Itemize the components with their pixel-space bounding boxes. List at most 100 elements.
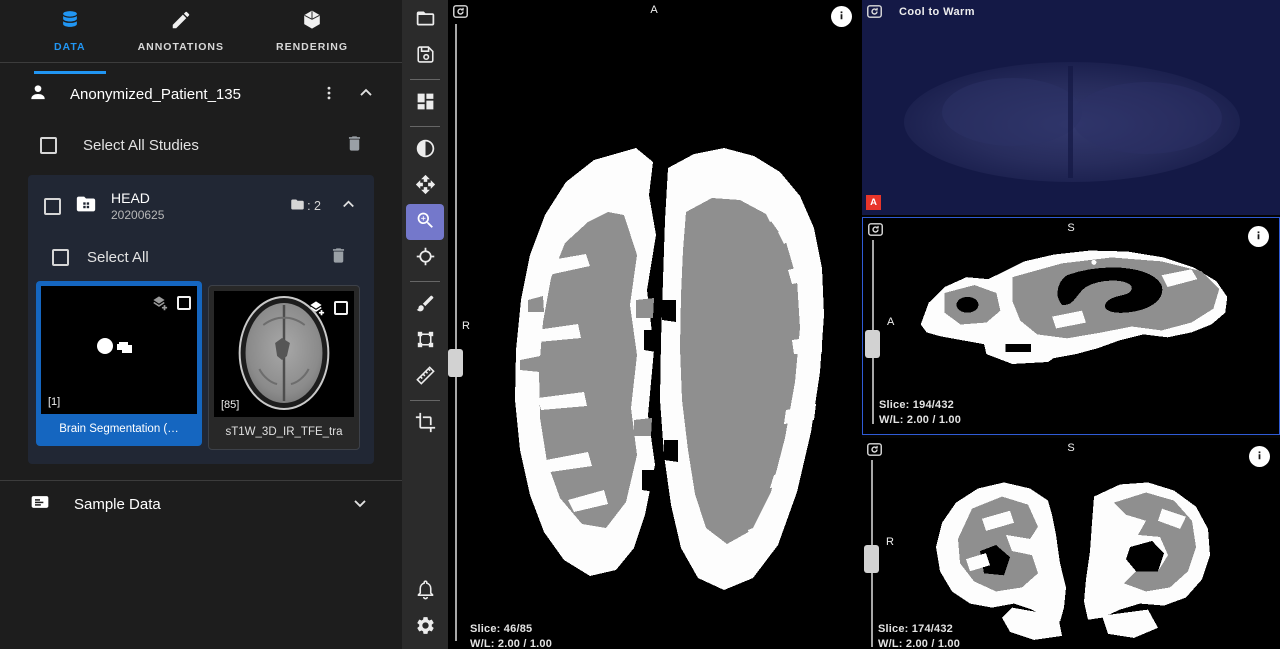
slider-handle[interactable] xyxy=(864,545,879,573)
volume-render xyxy=(862,0,1280,215)
slice-number: Slice: 174/432 xyxy=(878,622,960,637)
thumbnail-checkbox[interactable] xyxy=(177,296,191,310)
save-icon xyxy=(415,44,436,68)
open-files-button[interactable] xyxy=(406,2,444,38)
tab-data[interactable]: DATA xyxy=(40,9,100,62)
select-all-series-checkbox[interactable] xyxy=(52,249,69,266)
window-level: W/L: 2.00 / 1.00 xyxy=(878,637,960,649)
toolbar-divider xyxy=(410,126,440,127)
pencil-icon xyxy=(170,9,192,36)
axial-viewport[interactable]: A R Slice: 46/85 W/L: 2.00 / 1.00 xyxy=(448,0,860,649)
select-all-studies-checkbox[interactable] xyxy=(40,137,57,154)
sagittal-viewport[interactable]: S A Slice: 194/432 W/L: 2.00 / 1.00 xyxy=(862,217,1280,435)
rectangle-tool-button[interactable] xyxy=(406,323,444,359)
layouts-button[interactable] xyxy=(406,85,444,121)
orientation-label-anterior: A xyxy=(448,4,860,16)
crosshairs-icon xyxy=(415,246,436,270)
info-icon xyxy=(1251,228,1266,246)
frame-count-badge: [1] xyxy=(48,396,60,408)
thumbnail-checkbox[interactable] xyxy=(334,301,348,315)
pan-icon xyxy=(415,174,436,198)
study-checkbox[interactable] xyxy=(44,198,61,215)
window-level-button[interactable] xyxy=(406,132,444,168)
slice-slider[interactable] xyxy=(448,24,464,641)
person-icon xyxy=(28,82,48,107)
study-collapse-button[interactable] xyxy=(337,193,360,219)
orientation-cube-marker[interactable]: A xyxy=(866,195,881,210)
series-label: Brain Segmentation (… xyxy=(41,414,197,441)
toolbar-divider xyxy=(410,281,440,282)
coronal-viewport[interactable]: S R Slice: 174/432 W/L: 2.00 / 1.00 xyxy=(862,438,1280,649)
reset-camera-button[interactable] xyxy=(866,3,883,23)
tab-rendering[interactable]: RENDERING xyxy=(262,9,362,62)
slider-track[interactable] xyxy=(455,24,457,641)
slider-handle[interactable] xyxy=(865,330,880,358)
layers-plus-icon xyxy=(307,299,325,317)
colormap-preset-label: Cool to Warm xyxy=(899,6,975,18)
view-info-button[interactable] xyxy=(1249,446,1270,467)
study-header-row[interactable]: HEAD 20200625 : 2 xyxy=(28,175,374,237)
database-icon xyxy=(59,9,81,36)
layers-plus-icon xyxy=(150,294,168,312)
window-level: W/L: 2.00 / 1.00 xyxy=(470,637,552,649)
series-thumbnail-segmentation[interactable]: [1] Brain Segmentation (… xyxy=(36,281,202,446)
paint-button[interactable] xyxy=(406,287,444,323)
slice-number: Slice: 194/432 xyxy=(879,398,961,413)
slice-number: Slice: 46/85 xyxy=(470,622,552,637)
view-info-button[interactable] xyxy=(1248,226,1269,247)
slice-slider[interactable] xyxy=(865,240,881,424)
view-info-button[interactable] xyxy=(831,6,852,27)
frame-count-badge: [85] xyxy=(221,399,239,411)
layout-grid-icon xyxy=(415,91,436,115)
cube-icon xyxy=(301,9,323,36)
kebab-menu-icon xyxy=(320,84,338,105)
sample-data-label: Sample Data xyxy=(74,496,348,513)
patient-collapse-button[interactable] xyxy=(354,81,378,108)
zoom-tool-button[interactable] xyxy=(406,204,444,240)
tab-annotations-label: ANNOTATIONS xyxy=(138,41,224,53)
save-session-button[interactable] xyxy=(406,38,444,74)
pan-button[interactable] xyxy=(406,168,444,204)
secondary-views-column: Cool to Warm A S xyxy=(862,0,1280,649)
coronal-slice-render xyxy=(862,438,1280,649)
sample-data-icon xyxy=(30,492,50,517)
select-all-series-label: Select All xyxy=(87,249,327,266)
study-name: HEAD xyxy=(111,190,290,206)
chevron-up-icon xyxy=(339,195,358,217)
study-date: 20200625 xyxy=(111,208,290,222)
magnify-plus-icon xyxy=(415,210,436,234)
info-icon xyxy=(834,8,849,26)
notifications-button[interactable] xyxy=(406,573,444,609)
settings-button[interactable] xyxy=(406,609,444,645)
toolbar-divider xyxy=(410,400,440,401)
series-thumbnails: [1] Brain Segmentation (… xyxy=(28,275,374,450)
slider-handle[interactable] xyxy=(448,349,463,377)
orientation-label-right: R xyxy=(462,320,470,332)
slice-slider[interactable] xyxy=(864,460,880,647)
slice-info: Slice: 46/85 W/L: 2.00 / 1.00 xyxy=(470,622,552,649)
sample-data-row[interactable]: Sample Data xyxy=(0,481,402,527)
folder-count-icon xyxy=(290,197,305,215)
add-layer-button[interactable] xyxy=(148,292,170,314)
volume-viewport[interactable]: Cool to Warm A xyxy=(862,0,1280,215)
delete-series-button[interactable] xyxy=(327,244,350,270)
patient-row[interactable]: Anonymized_Patient_135 xyxy=(0,71,402,117)
info-icon xyxy=(1252,448,1267,466)
axial-slice-render xyxy=(448,0,860,649)
crop-button[interactable] xyxy=(406,406,444,442)
sample-data-expand-button[interactable] xyxy=(348,491,372,518)
patient-menu-button[interactable] xyxy=(318,82,340,107)
study-folder-icon xyxy=(75,193,97,220)
crosshairs-button[interactable] xyxy=(406,240,444,276)
reset-camera-icon xyxy=(866,8,883,23)
ruler-button[interactable] xyxy=(406,359,444,395)
volume-count: : 2 xyxy=(290,197,321,215)
delete-studies-button[interactable] xyxy=(343,132,366,158)
rectangle-select-icon xyxy=(415,329,436,353)
add-layer-button[interactable] xyxy=(305,297,327,319)
patient-name: Anonymized_Patient_135 xyxy=(70,86,318,103)
volume-count-label: : 2 xyxy=(307,199,321,213)
orientation-label-right: R xyxy=(886,536,894,548)
tab-annotations[interactable]: ANNOTATIONS xyxy=(124,9,238,62)
series-thumbnail-mri[interactable]: [85] sT1W_3D_IR_TFE_tra xyxy=(208,285,360,450)
